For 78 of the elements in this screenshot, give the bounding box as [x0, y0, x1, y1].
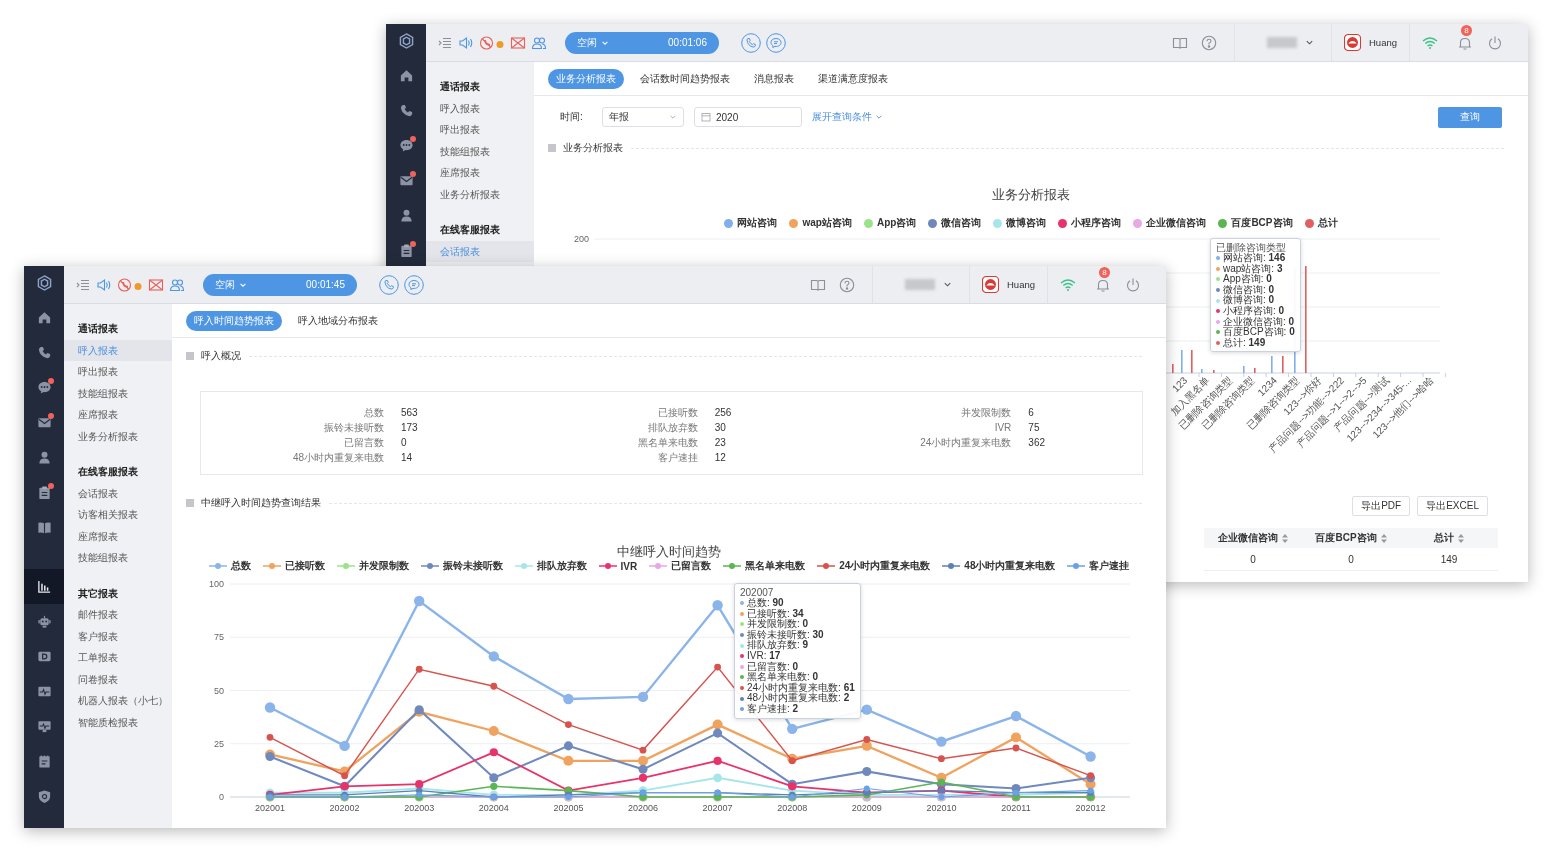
- axis-label: 202003: [404, 803, 435, 813]
- axis-label: 202007: [702, 803, 733, 813]
- stat-value: 75: [1028, 422, 1041, 433]
- table-cell: 0: [1204, 548, 1302, 571]
- axis-label: 75: [214, 632, 224, 643]
- stat-label: 黑名单来电数: [636, 435, 698, 450]
- tooltip-title: 202007: [740, 587, 775, 598]
- notification-badge: 8: [1461, 24, 1472, 36]
- sidebar-group-title: 在线客服报表: [439, 223, 501, 237]
- stat-value: 173: [401, 422, 419, 433]
- sidebar-group-title: 其它报表: [77, 586, 119, 601]
- tooltip-row: 企业微信咨询: 0: [1223, 316, 1295, 328]
- stat-value: 0: [401, 437, 408, 448]
- tooltip-row: 48小时内重复来电数: 2: [747, 693, 850, 704]
- stat-label: 已留言数: [343, 435, 384, 450]
- sidebar-group-title: 通话报表: [77, 322, 119, 336]
- axis-label: 202010: [926, 803, 957, 813]
- tooltip-row-text: IVR: 17: [747, 650, 781, 661]
- stat-label: 客户速挂: [656, 450, 698, 465]
- stat-label: 24小时内重复来电数: [919, 435, 1012, 450]
- stat-label: 48小时内重复来电数: [291, 450, 384, 465]
- axis-label: 202011: [1001, 803, 1031, 813]
- axis-label: 202012: [1075, 803, 1106, 813]
- stat-label: 排队放弃数: [646, 420, 698, 435]
- call-timer: 00:01:45: [306, 279, 345, 290]
- tooltip-row: 振铃未接听数: 30: [747, 629, 824, 641]
- axis-label: 202001: [255, 803, 285, 813]
- table-cell: 0: [1302, 548, 1400, 571]
- tooltip-row: 排队放弃数: 9: [747, 640, 809, 651]
- stat-label: 总数: [363, 405, 384, 420]
- sidebar-group-title: 在线客服报表: [77, 465, 139, 479]
- table-cell: 149: [1400, 548, 1498, 571]
- stat-value: 6: [1028, 407, 1035, 418]
- stat-label: 已接听数: [656, 405, 698, 420]
- axis-label: 202004: [478, 803, 509, 813]
- chart-title: 业务分析报表: [991, 186, 1071, 204]
- axis-label: 202005: [553, 803, 584, 813]
- section-title: 呼入概况: [201, 349, 241, 363]
- call-timer: 00:01:06: [668, 37, 707, 48]
- tooltip-row: 黑名单来电数: 0: [747, 672, 819, 683]
- tooltip-row: 微信咨询: 0: [1223, 284, 1275, 296]
- axis-label: 25: [214, 738, 224, 749]
- stat-value: 12: [714, 452, 727, 463]
- axis-label: 100: [208, 579, 224, 589]
- stat-label: 并发限制数: [960, 405, 1012, 420]
- stat-label: IVR: [993, 422, 1012, 433]
- tooltip-row: 微博咨询: 0: [1223, 295, 1275, 306]
- tooltip-row: 小程序咨询: 0: [1223, 305, 1285, 317]
- tooltip-row: 总计: 149: [1223, 337, 1266, 349]
- tooltip-row: 百度BCP咨询: 0: [1223, 327, 1295, 338]
- tooltip-title: 已删除咨询类型: [1216, 242, 1287, 253]
- sidebar-group-title: 通话报表: [439, 80, 481, 94]
- axis-label: 0: [219, 792, 224, 802]
- chart-title: 中继呼入时间趋势: [616, 543, 722, 559]
- stat-value: 362: [1028, 437, 1046, 448]
- section-title: 业务分析报表: [563, 141, 623, 155]
- stat-value: 256: [714, 407, 733, 418]
- stat-label: 振铃未接听数: [323, 420, 384, 435]
- section-title: 中继呼入时间趋势查询结果: [201, 496, 321, 510]
- tooltip-row: App咨询: 0: [1223, 274, 1272, 285]
- axis-label: 202006: [628, 803, 658, 813]
- axis-label: 202002: [329, 803, 360, 813]
- axis-label: 200: [573, 234, 589, 244]
- axis-label: 202008: [777, 803, 808, 813]
- stat-value: 563: [401, 407, 419, 418]
- tooltip-row-text: 网站咨询: 146: [1223, 253, 1286, 263]
- notification-badge: 8: [1099, 266, 1110, 278]
- stat-value: 23: [714, 437, 727, 448]
- filter-label: 时间:: [560, 110, 584, 124]
- tooltip-row-text: wap站咨询: 3: [1223, 263, 1283, 274]
- axis-label: 50: [214, 685, 224, 696]
- tooltip-row-text: 总数: 90: [747, 598, 784, 608]
- stat-value: 30: [714, 422, 727, 433]
- tooltip-row: 客户速挂: 2: [747, 703, 799, 715]
- tooltip-row: 并发限制数: 0: [747, 619, 809, 630]
- stat-value: 14: [401, 452, 414, 463]
- tooltip-row: 24小时内重复来电数: 61: [747, 682, 855, 694]
- axis-label: 202009: [851, 803, 882, 813]
